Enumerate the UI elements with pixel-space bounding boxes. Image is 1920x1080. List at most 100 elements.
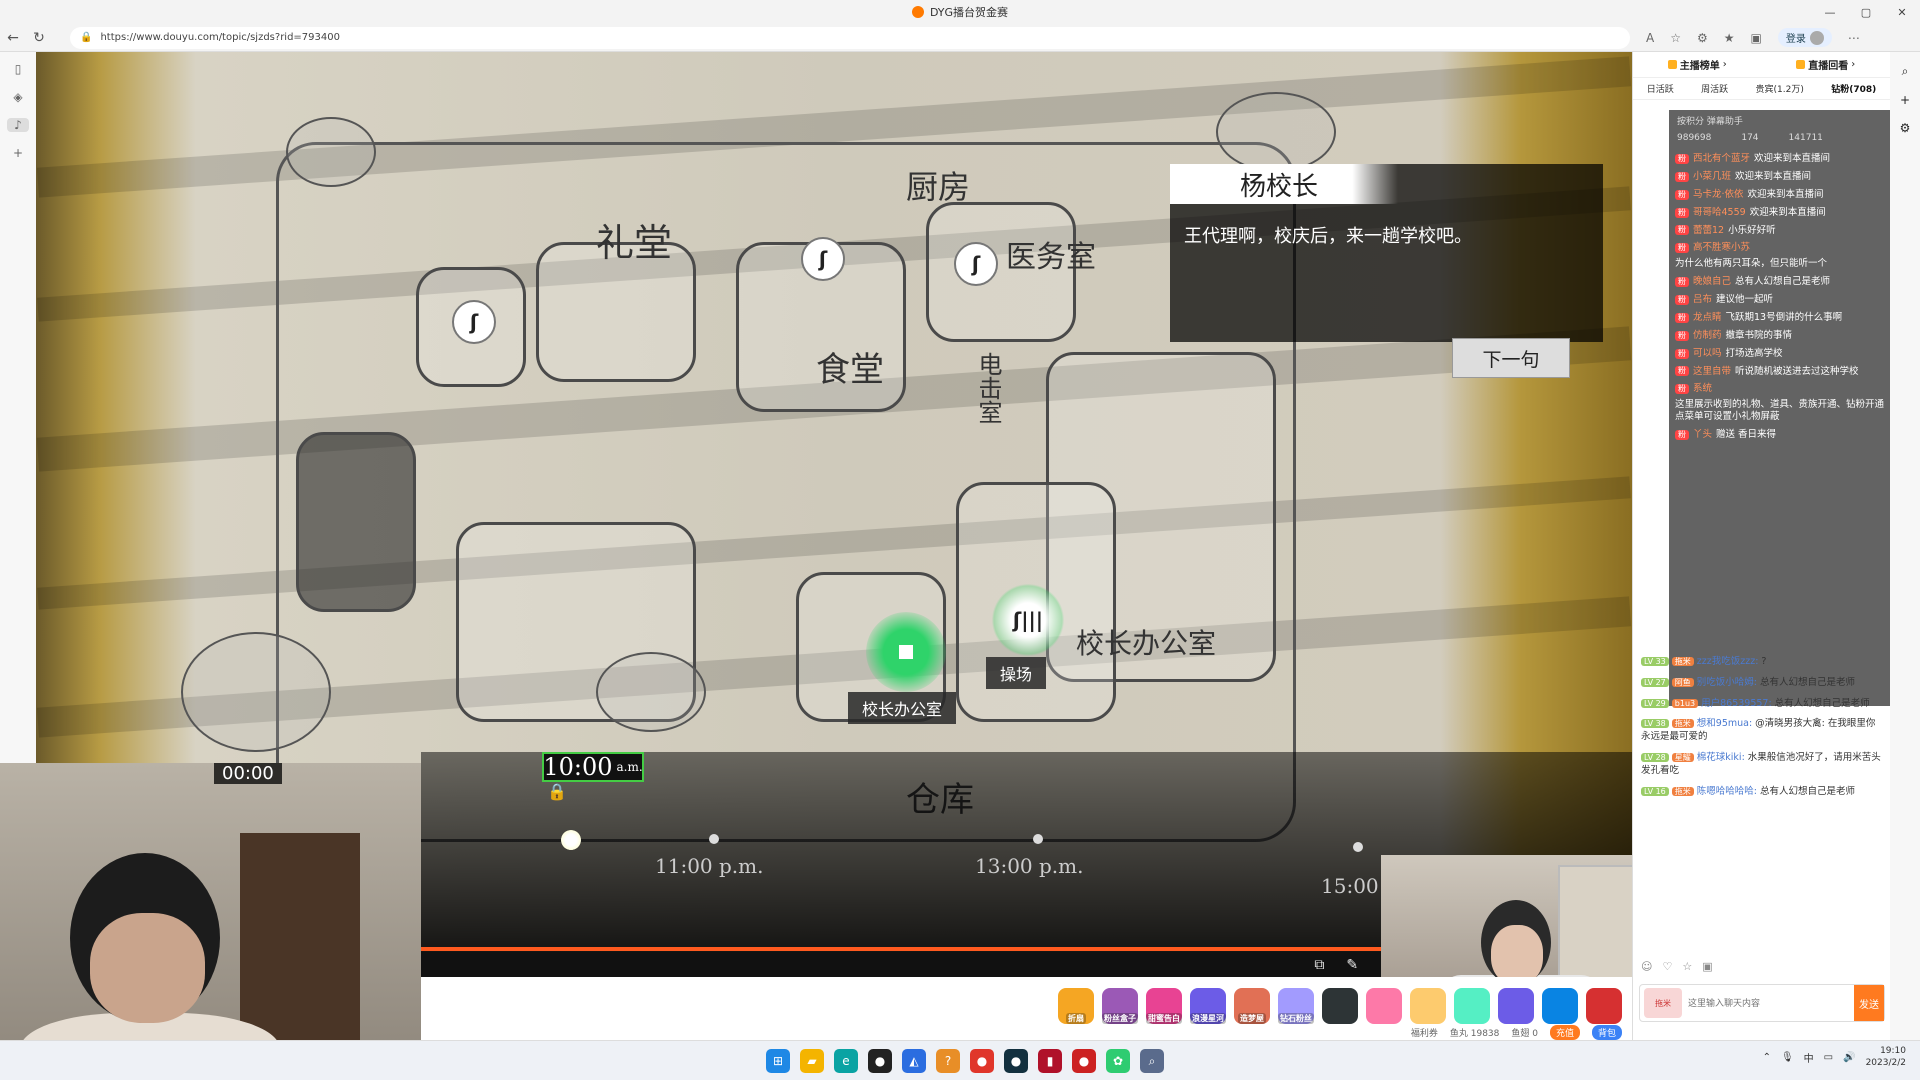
- chat-username[interactable]: 想和95mua:: [1697, 718, 1752, 729]
- minimize-button[interactable]: —: [1812, 0, 1848, 24]
- chat-username[interactable]: 用户86539557:: [1701, 698, 1772, 709]
- tab-anchor-rank[interactable]: 主播榜单 ›: [1667, 57, 1727, 72]
- pip-icon[interactable]: ⧉: [1314, 957, 1324, 973]
- extensions-icon[interactable]: ⚙: [1697, 31, 1708, 45]
- current-location-marker[interactable]: [866, 612, 946, 692]
- sound-icon[interactable]: ♪: [7, 118, 29, 132]
- login-button[interactable]: 登录: [1777, 28, 1832, 47]
- gift-item[interactable]: 粉丝盒子: [1102, 988, 1138, 1024]
- more-icon[interactable]: ⋯: [1848, 31, 1860, 45]
- gift-item[interactable]: [1454, 988, 1490, 1024]
- listen-icon[interactable]: ʃ: [954, 242, 998, 286]
- chat-text: 总有人幻想自己是老师: [1774, 697, 1870, 709]
- gift-item[interactable]: 钻石粉丝: [1278, 988, 1314, 1024]
- danmu-row: 粉可以吗 打场选高学校: [1669, 345, 1891, 363]
- ime-indicator[interactable]: 中: [1804, 1050, 1814, 1065]
- chat-username[interactable]: 别吃饭小哈姆:: [1697, 677, 1757, 688]
- taskbar-app-icon[interactable]: ?: [936, 1049, 960, 1073]
- emoji-icon[interactable]: ☺: [1641, 960, 1652, 976]
- add-icon[interactable]: +: [1900, 93, 1910, 107]
- taskbar-app-icon[interactable]: ●: [868, 1049, 892, 1073]
- chat-message: LV 29 b1u3 用户86539557: 总有人幻想自己是老师: [1633, 694, 1891, 715]
- gift-item[interactable]: [1410, 988, 1446, 1024]
- gift-item[interactable]: [1322, 988, 1358, 1024]
- title-bar: DYG播台贺金赛 — ▢ ✕: [0, 0, 1920, 24]
- recharge-button[interactable]: 充值: [1549, 1025, 1580, 1040]
- chat-username[interactable]: 陈嗯哈哈哈哈:: [1697, 786, 1757, 797]
- gift-item[interactable]: 浪漫星河: [1190, 988, 1226, 1024]
- listen-active-icon[interactable]: ʃ|||: [988, 580, 1068, 660]
- next-line-button[interactable]: 下一句: [1452, 338, 1570, 378]
- wallet-bar: 福利券 鱼丸 19838 鱼翅 0 充值 背包: [421, 1025, 1632, 1040]
- taskbar-app-icon[interactable]: ●: [1004, 1049, 1028, 1073]
- fans-icon[interactable]: ♡: [1662, 960, 1672, 976]
- taskbar-app-icon[interactable]: ●: [970, 1049, 994, 1073]
- trophy-icon: [1667, 60, 1677, 69]
- gift-item[interactable]: [1498, 988, 1534, 1024]
- refresh-icon[interactable]: ↻: [26, 30, 52, 46]
- clock[interactable]: 19:10 2023/2/2: [1866, 1046, 1906, 1069]
- star-icon[interactable]: ☆: [1682, 960, 1692, 976]
- bag-button[interactable]: 背包: [1591, 1025, 1622, 1040]
- gift-item[interactable]: 甜蜜告白: [1146, 988, 1182, 1024]
- edit-icon[interactable]: ✎: [1346, 957, 1358, 973]
- maximize-button[interactable]: ▢: [1848, 0, 1884, 24]
- fuli-label[interactable]: 福利券: [1411, 1026, 1438, 1039]
- close-button[interactable]: ✕: [1884, 0, 1920, 24]
- map-label-kitchen: 厨房: [906, 168, 971, 206]
- danmu-row: 粉晚娘自己 总有人幻想自己是老师: [1669, 273, 1891, 291]
- gift-item[interactable]: [1366, 988, 1402, 1024]
- url-field[interactable]: 🔒 https://www.douyu.com/topic/sjzds?rid=7…: [70, 26, 1630, 49]
- taskbar-app-icon[interactable]: ▰: [800, 1049, 824, 1073]
- taskbar-app-icon[interactable]: e: [834, 1049, 858, 1073]
- taskbar-app-icon[interactable]: ⊞: [766, 1049, 790, 1073]
- listen-icon[interactable]: ʃ: [801, 237, 845, 281]
- speaker-icon[interactable]: 🔊: [1843, 1052, 1855, 1063]
- taskbar-app-icon[interactable]: ●: [1072, 1049, 1096, 1073]
- mic-icon[interactable]: 🎙: [1781, 1052, 1794, 1063]
- split-icon[interactable]: ▣: [1751, 31, 1762, 45]
- send-button[interactable]: 发送: [1854, 985, 1884, 1021]
- listen-icon[interactable]: ʃ: [452, 300, 496, 344]
- avatar-icon: [1809, 30, 1824, 45]
- taskbar-app-icon[interactable]: ⌕: [1140, 1049, 1164, 1073]
- back-icon[interactable]: ←: [0, 30, 26, 46]
- search-icon[interactable]: ⌕: [1902, 64, 1909, 79]
- collections-icon[interactable]: ★: [1724, 31, 1735, 45]
- chevron-up-icon[interactable]: ⌃: [1763, 1052, 1771, 1063]
- fan-badge: 拖米: [1671, 719, 1694, 729]
- taskbar-app-icon[interactable]: ◭: [902, 1049, 926, 1073]
- tabs-icon[interactable]: ▯: [15, 62, 22, 76]
- tab-daily[interactable]: 日活跃: [1647, 82, 1674, 95]
- chat-message: LV 28 星耀 棉花球kiki: 水果般信池况好了，请用米苦头发孔看吃: [1633, 748, 1891, 782]
- chat-username[interactable]: zzz我吃饭zzz:: [1697, 656, 1759, 667]
- gift-item[interactable]: [1586, 988, 1622, 1024]
- douyu-side-icon[interactable]: ◈: [13, 90, 22, 104]
- map-label-clinic: 医务室: [1006, 240, 1096, 275]
- tab-replay[interactable]: 直播回看 ›: [1796, 57, 1855, 72]
- red-envelope-icon[interactable]: ▣: [1702, 960, 1712, 976]
- level-badge: LV 33: [1641, 657, 1669, 666]
- tab-diamond-fans[interactable]: 钻粉(708): [1831, 82, 1876, 95]
- favorite-icon[interactable]: ☆: [1670, 31, 1681, 45]
- tab-vip[interactable]: 贵宾(1.2万): [1756, 82, 1804, 95]
- fan-badge: 粉: [1675, 153, 1689, 164]
- chat-username[interactable]: 棉花球kiki:: [1697, 752, 1745, 763]
- fan-badge: 星耀: [1671, 753, 1694, 763]
- gift-item[interactable]: 折扇: [1058, 988, 1094, 1024]
- add-icon[interactable]: +: [13, 146, 23, 160]
- danmu-row: 粉仿制药 撤章书院的事情: [1669, 327, 1891, 345]
- tab-weekly[interactable]: 周活跃: [1701, 82, 1728, 95]
- chat-input[interactable]: [1682, 988, 1854, 1018]
- fan-badge: 粉: [1675, 243, 1689, 254]
- taskbar-app-icon[interactable]: ▮: [1038, 1049, 1062, 1073]
- danmu-assistant-overlay: 按积分 弹幕助手 989698 174 141711 粉西北有个蓝牙 欢迎来到本直…: [1669, 110, 1891, 706]
- lock-icon: 🔒: [80, 32, 93, 43]
- read-aloud-icon[interactable]: A: [1646, 31, 1654, 45]
- network-icon[interactable]: ▭: [1824, 1052, 1833, 1063]
- gift-item[interactable]: [1542, 988, 1578, 1024]
- settings-icon[interactable]: ⚙: [1900, 121, 1911, 135]
- gift-item[interactable]: 造梦屋: [1234, 988, 1270, 1024]
- taskbar-app-icon[interactable]: ✿: [1106, 1049, 1130, 1073]
- game-clock: 10:00 a.m.: [542, 752, 644, 782]
